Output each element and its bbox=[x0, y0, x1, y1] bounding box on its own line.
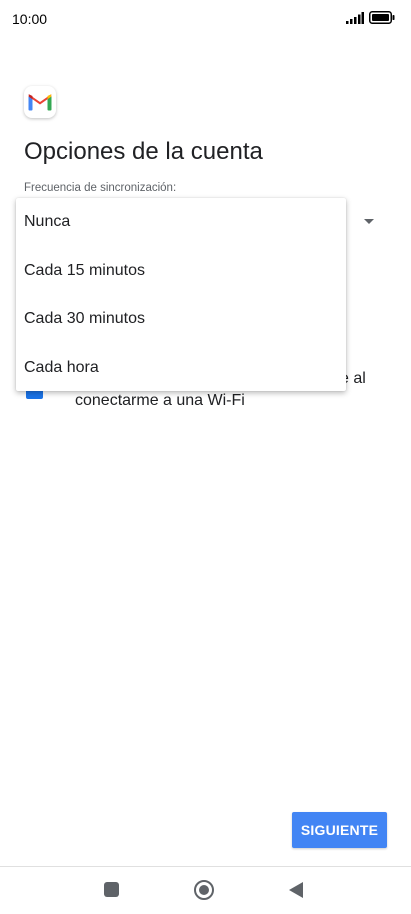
option-never[interactable]: Nunca bbox=[16, 198, 346, 247]
gmail-m-icon bbox=[28, 94, 52, 111]
status-time: 10:00 bbox=[12, 11, 48, 27]
recents-icon[interactable] bbox=[104, 882, 119, 897]
option-every-30-minutes[interactable]: Cada 30 minutos bbox=[16, 295, 346, 344]
home-dot bbox=[199, 885, 209, 895]
dropdown-arrow-icon[interactable] bbox=[364, 219, 374, 224]
page-title: Opciones de la cuenta bbox=[24, 138, 263, 165]
gmail-logo-icon bbox=[24, 86, 56, 118]
next-button[interactable]: SIGUIENTE bbox=[292, 812, 387, 848]
sync-frequency-dropdown: Nunca Cada 15 minutos Cada 30 minutos Ca… bbox=[16, 198, 346, 391]
home-icon[interactable] bbox=[194, 880, 214, 900]
sync-frequency-label: Frecuencia de sincronización: bbox=[24, 182, 177, 194]
option-every-15-minutes[interactable]: Cada 15 minutos bbox=[16, 247, 346, 296]
wifi-option-text-line2: conectarme a una Wi-Fi bbox=[75, 392, 245, 409]
back-icon[interactable] bbox=[289, 882, 303, 898]
status-bar: 10:00 bbox=[0, 0, 411, 36]
battery-icon bbox=[369, 11, 395, 24]
option-every-hour[interactable]: Cada hora bbox=[16, 344, 346, 393]
signal-icon bbox=[346, 12, 364, 24]
navigation-bar bbox=[0, 867, 411, 914]
